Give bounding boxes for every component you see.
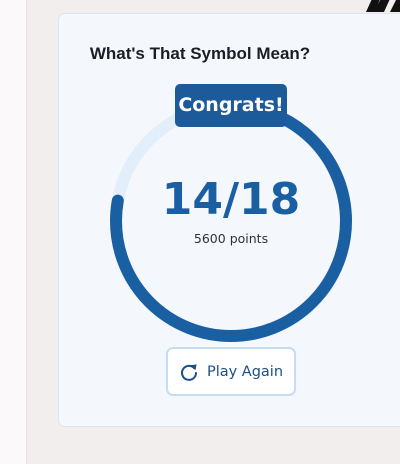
score-value: 14/18	[161, 174, 301, 225]
corner-decoration	[366, 0, 400, 12]
quiz-title: What's That Symbol Mean?	[89, 44, 311, 63]
play-again-button[interactable]: Play Again	[166, 347, 296, 396]
play-again-label: Play Again	[206, 363, 284, 380]
side-panel	[0, 0, 27, 464]
points-total: 5600 points	[193, 231, 269, 246]
refresh-icon	[180, 363, 197, 381]
page: What's That Symbol Mean? 14/18 5600 poin…	[0, 0, 400, 464]
congrats-badge: Congrats!	[175, 84, 287, 127]
